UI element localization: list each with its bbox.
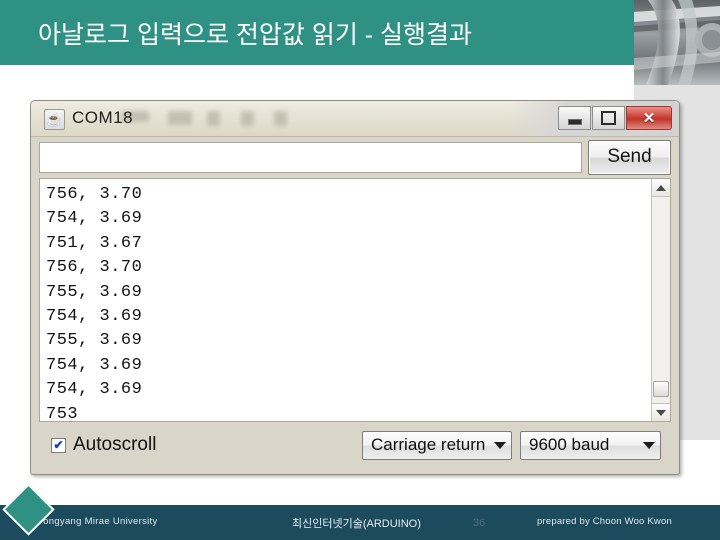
close-button[interactable]: ✕ [626, 106, 672, 130]
line-ending-value: Carriage return [371, 435, 486, 454]
scroll-up-button[interactable] [652, 179, 670, 197]
autoscroll-checkbox[interactable]: ✔ [51, 437, 66, 453]
window-body: Send 756, 3.70 754, 3.69 751, 3.67 756, … [37, 136, 673, 468]
serial-console-panel: 756, 3.70 754, 3.69 751, 3.67 756, 3.70 … [39, 178, 671, 422]
title-bar-artifact [207, 111, 220, 126]
window-controls: ✕ [557, 106, 672, 130]
serial-output-text[interactable]: 756, 3.70 754, 3.69 751, 3.67 756, 3.70 … [40, 179, 651, 421]
chevron-down-icon [638, 441, 660, 449]
title-bar-artifact [274, 111, 287, 126]
java-coffee-cup-icon: ☕ [44, 109, 65, 130]
serial-monitor-window: ☕ COM18 ✕ Send 756, 3.70 754, 3.69 751, … [30, 100, 680, 475]
send-row: Send [37, 136, 673, 175]
send-button[interactable]: Send [588, 139, 671, 175]
baud-rate-value: 9600 baud [529, 435, 610, 454]
maximize-icon [601, 111, 616, 125]
window-title-bar[interactable]: ☕ COM18 ✕ [31, 101, 679, 137]
footer-university: Dongyang Mirae University [36, 516, 158, 527]
maximize-button[interactable] [592, 106, 625, 130]
page-title: 아날로그 입력으로 전압값 읽기 - 실행결과 [38, 21, 473, 49]
serial-monitor-options-bar: ✔ Autoscroll Carriage return 9600 baud [39, 424, 671, 466]
slide-header-bar: 아날로그 입력으로 전압값 읽기 - 실행결과 [0, 0, 634, 65]
console-scrollbar[interactable] [651, 179, 670, 421]
checkmark-icon: ✔ [53, 438, 64, 452]
window-title: COM18 [72, 108, 134, 127]
abstract-metal-graphic [634, 0, 720, 85]
close-icon: ✕ [642, 110, 656, 127]
minimize-button[interactable] [558, 106, 591, 130]
page-number: 36 [473, 517, 486, 529]
footer-author: prepared by Choon Woo Kwon [537, 516, 672, 527]
footer-course-title: 최신인터넷기술(ARDUINO) [292, 518, 421, 530]
minimize-icon [567, 118, 582, 125]
autoscroll-label: Autoscroll [73, 434, 157, 455]
chevron-down-icon [656, 409, 666, 416]
line-ending-dropdown[interactable]: Carriage return [362, 430, 512, 460]
scrollbar-thumb[interactable] [653, 381, 669, 397]
slide-footer: Dongyang Mirae University 최신인터넷기술(ARDUIN… [0, 505, 720, 540]
chevron-up-icon [656, 184, 666, 191]
title-bar-artifact [241, 111, 254, 126]
serial-send-input[interactable] [39, 141, 582, 173]
chevron-down-icon [489, 441, 511, 449]
decorative-header-image [634, 0, 720, 85]
baud-rate-dropdown[interactable]: 9600 baud [520, 430, 661, 460]
title-bar-artifact [168, 111, 192, 125]
scroll-down-button[interactable] [652, 403, 670, 421]
